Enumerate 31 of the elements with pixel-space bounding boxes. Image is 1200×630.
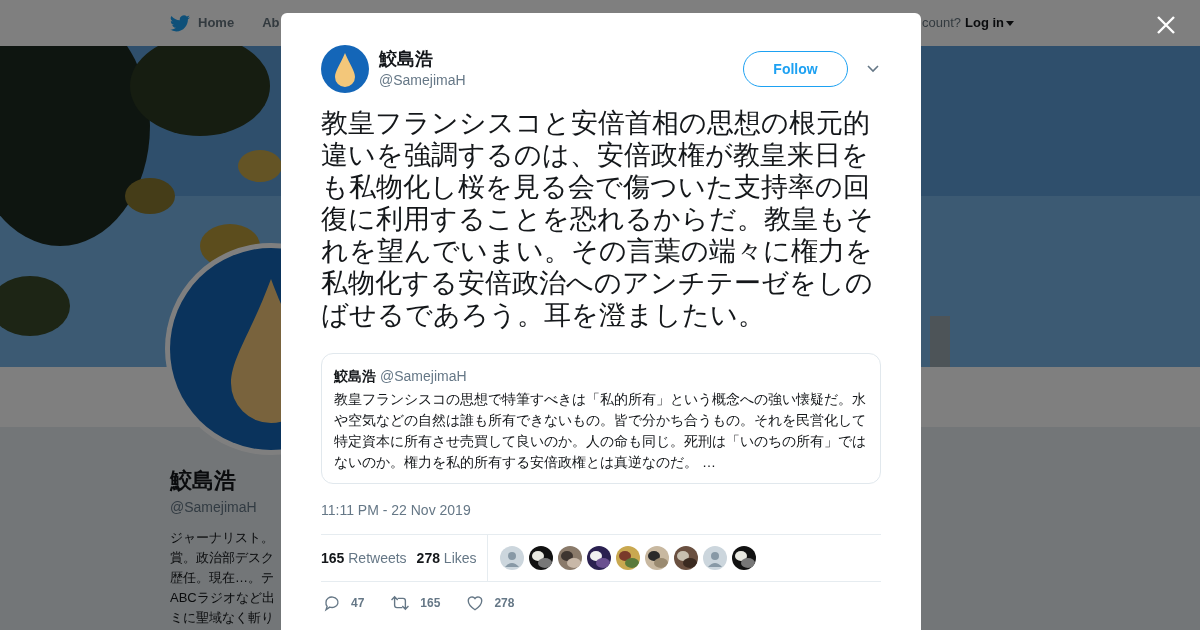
tweet-timestamp: 11:11 PM - 22 Nov 2019 bbox=[321, 502, 471, 518]
reply-icon bbox=[323, 594, 341, 612]
bio-line: ABCラジオなど出 bbox=[170, 589, 275, 607]
profile-handle: @SamejimaH bbox=[170, 498, 257, 517]
stat-count[interactable]: 278 Likes bbox=[416, 547, 477, 569]
close-icon bbox=[1157, 16, 1175, 34]
quote-author-name: 鮫島浩 bbox=[334, 367, 376, 386]
bio-line: 歴任。現在…。テ bbox=[170, 569, 274, 587]
nav-link[interactable]: Home bbox=[198, 13, 235, 33]
chevron-down-icon[interactable] bbox=[867, 65, 879, 73]
stat-count[interactable]: 165 Retweets bbox=[321, 547, 407, 569]
retweet-icon bbox=[390, 594, 411, 612]
quote-text: 教皇フランシスコの思想で特筆すべきは「私的所有」という概念への強い懐疑だ。水や空気などの自然は誰も所有できないもの。皆で分かち合うもの。それを民営化して特定資本に所有させ売買して良いのか。人の命も同じ。死刑は「いのちの所有」ではないのか。権力を私的所有する安倍政権とは真逆なのだ。 … bbox=[334, 390, 867, 472]
bio-line: ジャーナリスト。 bbox=[170, 529, 274, 547]
caret-icon bbox=[1006, 20, 1014, 26]
tweet-text: 教皇フランシスコと安倍首相の思想の根元的違いを強調するのは、安倍政権が教皇来日をも私物化し桜を見る会で傷ついた支持率の回復に利用することを恐れるからだ。教皇もそれを望んでいまい。その言葉の端々に権力を私物化する安倍政治へのアンチテーゼをしのばせるであろう。耳を澄ましたい。 bbox=[321, 107, 875, 331]
quoted-tweet[interactable]: 鮫島浩 @SamejimaH 教皇フランシスコの思想で特筆すべきは「私的所有」という概念への強い懐疑だ。水や空気などの自然は誰も所有できないもの。皆で分かち合うもの。それを民営化して特定資本に所有させ売買して良いのか。人の命も同じ。死刑は「いのちの所有」ではないのか。権力を私的所有する安倍政権とは真逆なのだ。 … bbox=[321, 353, 881, 484]
quote-author-handle: @SamejimaH bbox=[380, 367, 467, 386]
action-button[interactable]: 278 bbox=[466, 594, 515, 612]
author-avatar-logo bbox=[321, 45, 369, 93]
bio-line: ミに聖域なく斬り bbox=[170, 609, 274, 627]
login-button[interactable]: Log in bbox=[965, 13, 1014, 33]
author-handle[interactable]: @SamejimaH bbox=[379, 69, 743, 91]
heart-icon bbox=[466, 594, 485, 612]
account-prompt: count? bbox=[921, 14, 961, 33]
profile-name: 鮫島浩 bbox=[170, 467, 236, 495]
author-name[interactable]: 鮫島浩 bbox=[379, 47, 743, 70]
action-button[interactable]: 47 bbox=[323, 594, 365, 612]
action-button[interactable]: 165 bbox=[390, 594, 441, 612]
nav-link[interactable]: Ab bbox=[262, 13, 280, 33]
bio-line: 賞。政治部デスク bbox=[170, 549, 274, 567]
